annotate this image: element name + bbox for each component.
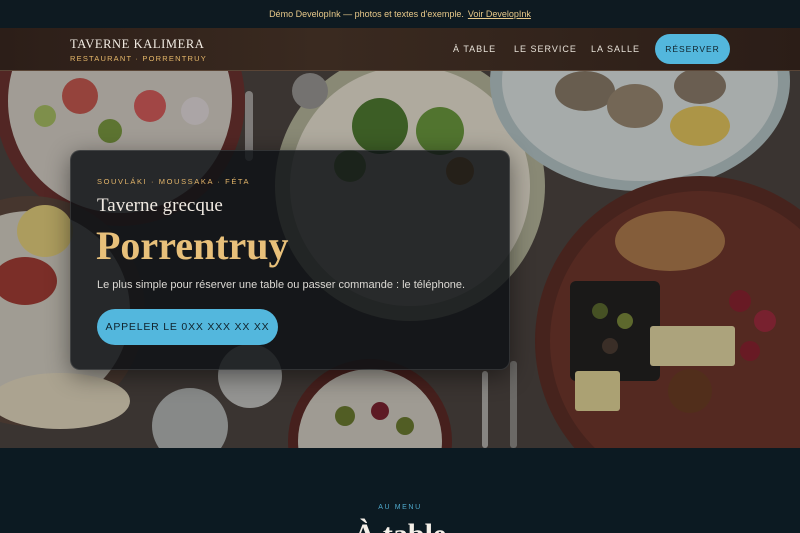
hero-kicker: SOUVLÁKI · MOUSSAKA · FÉTA bbox=[97, 177, 251, 186]
menu-kicker: AU MENU bbox=[378, 504, 422, 511]
brand-subtitle: RESTAURANT · PORRENTRUY bbox=[70, 54, 207, 63]
reserve-button[interactable]: RÉSERVER bbox=[655, 34, 730, 64]
demo-banner-text: Démo DevelopInk — photos et textes d'exe… bbox=[269, 9, 464, 19]
demo-banner: Démo DevelopInk — photos et textes d'exe… bbox=[0, 0, 800, 28]
demo-banner-link[interactable]: Voir DevelopInk bbox=[468, 9, 531, 19]
hero-subtitle: Taverne grecque bbox=[97, 195, 223, 216]
hero-card: SOUVLÁKI · MOUSSAKA · FÉTA Taverne grecq… bbox=[70, 150, 510, 370]
nav-link-a-table[interactable]: À TABLE bbox=[453, 44, 496, 54]
nav-link-le-service[interactable]: LE SERVICE bbox=[514, 44, 577, 54]
menu-title: À table bbox=[0, 518, 800, 533]
site-header: TAVERNE KALIMERA RESTAURANT · PORRENTRUY… bbox=[0, 28, 800, 71]
menu-section: AU MENU À table bbox=[0, 448, 800, 533]
brand-logo[interactable]: TAVERNE KALIMERA RESTAURANT · PORRENTRUY bbox=[70, 37, 207, 63]
hero-section: SOUVLÁKI · MOUSSAKA · FÉTA Taverne grecq… bbox=[0, 71, 800, 448]
nav-link-la-salle[interactable]: LA SALLE bbox=[591, 44, 640, 54]
call-button[interactable]: APPELER LE 0XX XXX XX XX bbox=[97, 309, 278, 345]
brand-name: TAVERNE KALIMERA bbox=[70, 37, 205, 51]
hero-lead: Le plus simple pour réserver une table o… bbox=[97, 279, 466, 291]
hero-title: Porrentruy bbox=[96, 223, 289, 268]
